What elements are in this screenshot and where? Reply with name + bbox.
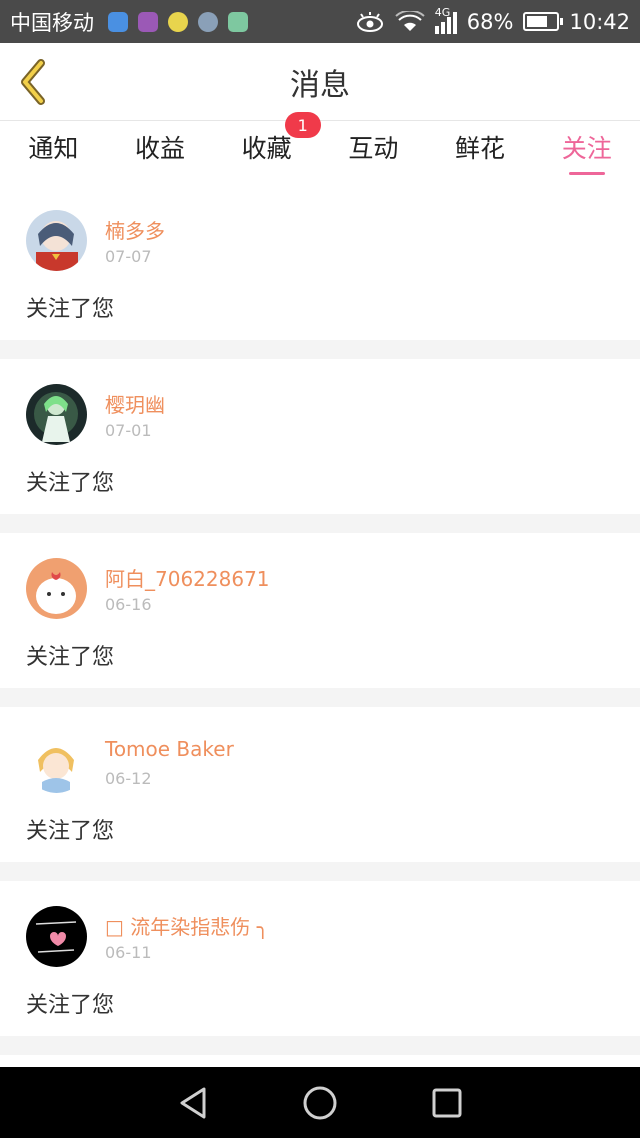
nav-home-button[interactable] — [300, 1083, 340, 1123]
page-title: 消息 — [290, 68, 350, 103]
username[interactable]: 樱玥幽 — [105, 389, 165, 418]
list-item[interactable]: □ 流年染指悲伤 ╮ 06-11 关注了您 — [0, 881, 640, 1036]
timestamp: 06-12 — [105, 769, 152, 788]
avatar[interactable] — [26, 384, 87, 445]
username[interactable]: 楠多多 — [105, 215, 165, 244]
status-bar: 中国移动 4G 68% 10:42 — [0, 0, 640, 43]
unread-badge: 1 — [284, 112, 321, 138]
camera-app-icon — [198, 11, 218, 32]
username[interactable]: Tomoe Baker — [105, 737, 234, 761]
status-bar-left: 中国移动 — [10, 7, 248, 37]
tab-flowers[interactable]: 鲜花 — [427, 121, 534, 185]
game-app-icon — [228, 11, 248, 32]
tab-label: 互动 — [348, 134, 399, 163]
list-item[interactable]: 楠多多 07-07 关注了您 — [0, 185, 640, 340]
timestamp: 06-16 — [105, 595, 152, 614]
tab-notice[interactable]: 通知 — [0, 121, 107, 185]
signal-icon: 4G — [434, 6, 457, 34]
network-type: 4G — [434, 5, 451, 19]
tab-interaction[interactable]: 互动 — [320, 121, 427, 185]
notification-text: 关注了您 — [26, 471, 115, 496]
wifi-icon — [395, 10, 425, 31]
system-nav-bar — [0, 1067, 640, 1138]
username[interactable]: □ 流年染指悲伤 ╮ — [105, 911, 269, 940]
battery-percent: 68% — [466, 9, 514, 34]
list-item[interactable]: Tomoe Baker 06-12 关注了您 — [0, 707, 640, 862]
tab-earnings[interactable]: 收益 — [107, 121, 214, 185]
status-bar-right: 4G 68% 10:42 — [355, 6, 630, 34]
tab-favorites[interactable]: 收藏 1 — [213, 112, 321, 185]
list-item[interactable]: 阿白_706228671 06-16 关注了您 — [0, 533, 640, 688]
location-app-icon — [108, 11, 128, 32]
triangle-back-icon — [180, 1087, 206, 1118]
tab-label: 关注 — [561, 134, 612, 163]
clock: 10:42 — [569, 9, 630, 34]
notification-text: 关注了您 — [26, 297, 115, 322]
avatar[interactable] — [26, 732, 87, 793]
nav-recents-button[interactable] — [427, 1083, 467, 1123]
list-item[interactable]: 樱玥幽 07-01 关注了您 — [0, 359, 640, 514]
battery-icon — [523, 12, 564, 31]
tab-label: 通知 — [28, 134, 79, 163]
tab-label: 鲜花 — [455, 134, 506, 163]
username[interactable]: 阿白_706228671 — [105, 563, 270, 592]
timestamp: 06-11 — [105, 943, 152, 962]
active-tab-indicator — [568, 172, 605, 175]
timestamp: 07-07 — [105, 247, 152, 266]
tab-follow[interactable]: 关注 — [533, 121, 640, 185]
notification-text: 关注了您 — [26, 993, 115, 1018]
gallery-app-icon — [138, 11, 158, 32]
square-recents-icon — [432, 1088, 462, 1117]
chat-app-icon — [168, 11, 188, 32]
avatar[interactable] — [26, 558, 87, 619]
tab-label: 收藏 — [241, 134, 292, 163]
avatar[interactable] — [26, 210, 87, 271]
tab-bar: 通知 收益 收藏 1 互动 鲜花 关注 — [0, 112, 640, 185]
timestamp: 07-01 — [105, 421, 152, 440]
nav-back-button[interactable] — [173, 1083, 213, 1123]
notification-text: 关注了您 — [26, 819, 115, 844]
eye-comfort-icon — [356, 11, 383, 32]
tab-label: 收益 — [135, 134, 186, 163]
circle-home-icon — [303, 1086, 337, 1119]
avatar[interactable] — [26, 906, 87, 967]
app-header: 消息 — [0, 43, 640, 121]
notification-text: 关注了您 — [26, 645, 115, 670]
carrier-label: 中国移动 — [10, 10, 94, 35]
